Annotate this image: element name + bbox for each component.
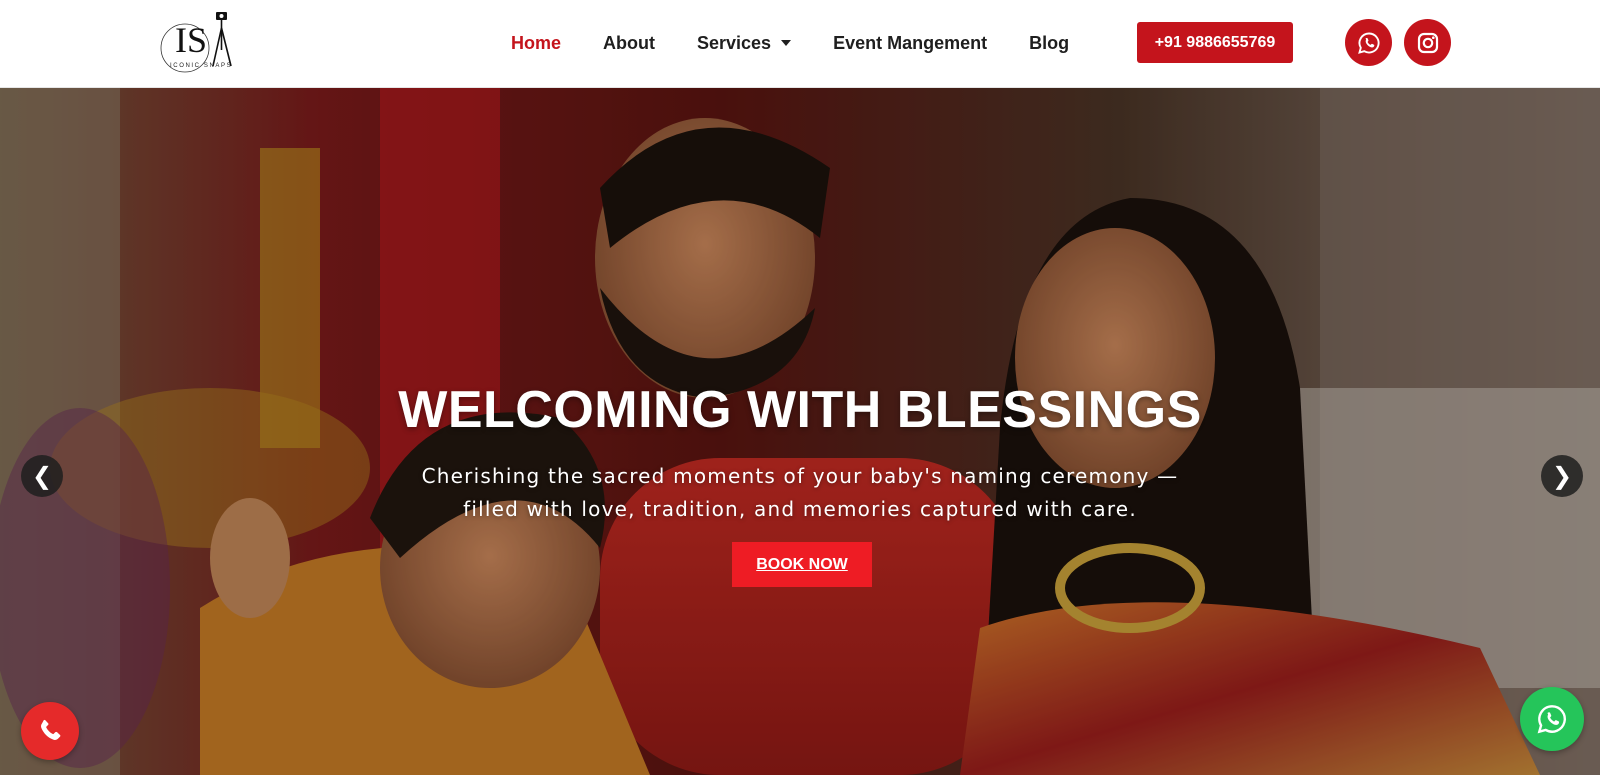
book-now-button[interactable]: BOOK NOW — [732, 542, 872, 587]
main-nav: Home About Services Event Mangement Blog — [511, 30, 1111, 56]
hero-subtitle-line-2: filled with love, tradition, and memorie… — [463, 497, 1137, 521]
whatsapp-icon — [1357, 32, 1380, 54]
floating-call-button[interactable] — [21, 702, 79, 760]
slider-next-arrow-icon[interactable]: ❯ — [1541, 455, 1583, 497]
hero-subtitle: Cherishing the sacred moments of your ba… — [350, 460, 1250, 526]
whatsapp-icon — [1537, 705, 1566, 734]
hero-slider: WELCOMING WITH BLESSINGS Cherishing the … — [0, 88, 1600, 775]
nav-home[interactable]: Home — [511, 33, 561, 54]
nav-blog[interactable]: Blog — [1029, 33, 1069, 54]
logo-letters: IS — [175, 20, 207, 60]
nav-services-label: Services — [697, 32, 772, 53]
instagram-icon — [1417, 32, 1438, 53]
slider-prev-arrow-icon[interactable]: ❮ — [21, 455, 63, 497]
hero-subtitle-line-1: Cherishing the sacred moments of your ba… — [421, 464, 1179, 488]
nav-event-management[interactable]: Event Mangement — [833, 33, 987, 54]
nav-about[interactable]: About — [603, 33, 655, 54]
chevron-down-icon — [781, 40, 792, 46]
whatsapp-header-button[interactable] — [1345, 19, 1392, 66]
hero-title: WELCOMING WITH BLESSINGS — [398, 381, 1202, 439]
logo-tagline: ICONIC SNAPS — [170, 63, 233, 69]
instagram-header-button[interactable] — [1404, 19, 1451, 66]
nav-services[interactable]: Services — [697, 32, 792, 54]
floating-whatsapp-button[interactable] — [1520, 687, 1584, 751]
phone-button[interactable]: +91 9886655769 — [1137, 22, 1293, 63]
site-header: IS ICONIC SNAPS Home About Services Even… — [0, 0, 1600, 88]
phone-icon — [41, 719, 61, 740]
